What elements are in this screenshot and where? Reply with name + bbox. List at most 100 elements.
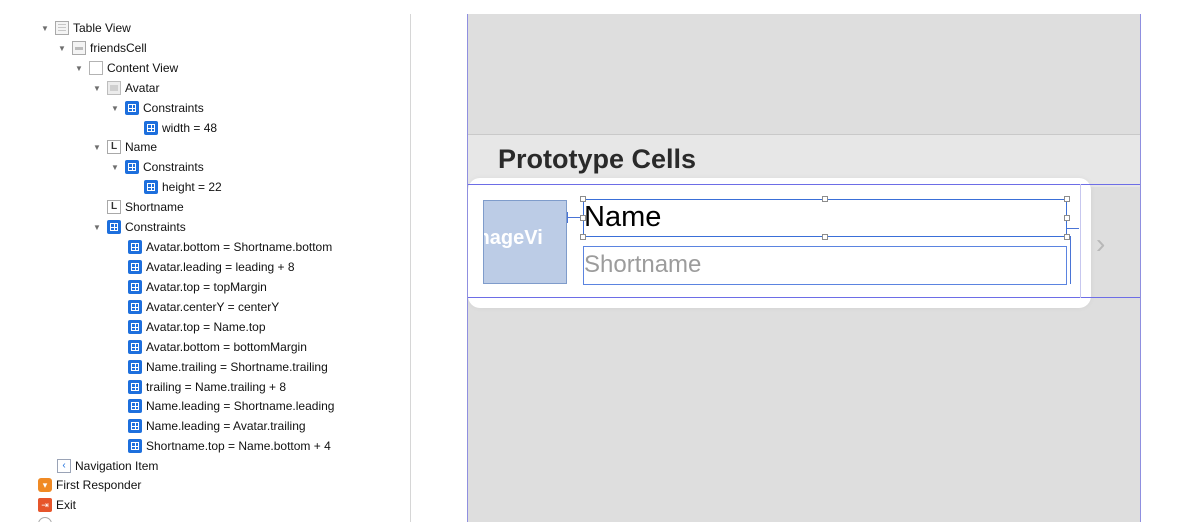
disclosure-triangle-icon[interactable]: ▼ xyxy=(57,44,67,53)
outline-item-constraint[interactable]: Avatar.top = Name.top xyxy=(128,317,266,337)
outline-item-label: trailing = Name.trailing + 8 xyxy=(146,380,287,394)
disclosure-triangle-icon[interactable]: ▼ xyxy=(110,104,120,113)
resize-handle[interactable] xyxy=(580,196,586,202)
constraint-cap xyxy=(567,212,568,223)
disclosure-triangle-icon[interactable]: ▼ xyxy=(40,24,50,33)
outline-item-label: Name xyxy=(125,140,158,154)
outline-item-label: Name.trailing = Shortname.trailing xyxy=(146,360,328,374)
outline-item-constraint[interactable]: Avatar.centerY = centerY xyxy=(128,297,279,317)
resize-handle[interactable] xyxy=(1064,215,1070,221)
outline-item-segue[interactable] xyxy=(38,514,56,522)
outline-item-label: Constraints xyxy=(143,101,204,115)
outline-item-content-constraints[interactable]: ▼ Constraints xyxy=(92,217,186,237)
outline-item-constraint[interactable]: Name.leading = Avatar.trailing xyxy=(128,416,306,436)
avatar-image-view[interactable]: mageVi xyxy=(483,200,567,284)
outline-item-friends-cell[interactable]: ▼ friendsCell xyxy=(57,38,147,58)
label-icon: L xyxy=(107,140,121,154)
resize-handle[interactable] xyxy=(1064,234,1070,240)
outline-item-name-constraints[interactable]: ▼ Constraints xyxy=(110,157,204,177)
constraint-icon xyxy=(128,300,142,314)
disclosure-chevron-icon: › xyxy=(1096,228,1106,259)
image-view-icon xyxy=(107,81,121,95)
outline-item-constraint[interactable]: Avatar.bottom = bottomMargin xyxy=(128,337,307,357)
outline-item-label: Constraints xyxy=(143,160,204,174)
label-icon: L xyxy=(107,200,121,214)
outline-item-avatar-constraints[interactable]: ▼ Constraints xyxy=(110,98,204,118)
constraint-icon xyxy=(128,380,142,394)
outline-item-label: Avatar.leading = leading + 8 xyxy=(146,260,295,274)
resize-handle[interactable] xyxy=(580,234,586,240)
outline-item-constraint[interactable]: Avatar.bottom = Shortname.bottom xyxy=(128,237,332,257)
outline-item-constraint[interactable]: Avatar.leading = leading + 8 xyxy=(128,257,295,277)
outline-item-avatar[interactable]: ▼ Avatar xyxy=(92,78,159,98)
disclosure-triangle-icon[interactable]: ▼ xyxy=(92,84,102,93)
section-title: Prototype Cells xyxy=(498,144,697,174)
outline-item-table-view[interactable]: ▼ Table View xyxy=(40,18,131,38)
resize-handle[interactable] xyxy=(1064,196,1070,202)
outline-item-navigation-item[interactable]: ‹ Navigation Item xyxy=(57,456,158,476)
constraint-icon xyxy=(128,439,142,453)
outline-item-label: Shortname xyxy=(125,200,184,214)
outline-item-label: Navigation Item xyxy=(75,459,159,473)
constraints-icon xyxy=(125,101,139,115)
first-responder-icon: ▾ xyxy=(38,478,52,492)
constraint-icon xyxy=(128,240,142,254)
table-cell-icon xyxy=(72,41,86,55)
accessory-divider xyxy=(1080,184,1081,298)
constraint-icon xyxy=(128,340,142,354)
outline-item-constraint[interactable]: Name.trailing = Shortname.trailing xyxy=(128,357,328,377)
outline-item-constraint[interactable]: Shortname.top = Name.bottom + 4 xyxy=(128,436,331,456)
outline-item-first-responder[interactable]: ▾ First Responder xyxy=(38,475,141,495)
outline-item-label: Avatar.bottom = bottomMargin xyxy=(146,340,307,354)
disclosure-triangle-icon[interactable]: ▼ xyxy=(74,64,84,73)
disclosure-triangle-icon[interactable]: ▼ xyxy=(92,143,102,152)
outline-item-label: Avatar.centerY = centerY xyxy=(146,300,280,314)
outline-item-label: friendsCell xyxy=(90,41,147,55)
exit-icon: ⇥ xyxy=(38,498,52,512)
outline-item-label: Avatar.top = topMargin xyxy=(146,280,267,294)
constraint-icon xyxy=(128,360,142,374)
resize-handle[interactable] xyxy=(822,234,828,240)
outline-item-label: Content View xyxy=(107,61,179,75)
resize-handle[interactable] xyxy=(822,196,828,202)
name-label[interactable]: Name xyxy=(584,201,661,234)
avatar-placeholder-label: mageVi xyxy=(484,227,543,249)
outline-item-label: height = 22 xyxy=(162,180,222,194)
segue-icon xyxy=(38,517,52,522)
constraint-icon xyxy=(128,320,142,334)
trailing-constraint[interactable] xyxy=(1067,228,1079,229)
constraint-icon xyxy=(128,399,142,413)
outline-item-constraint[interactable]: width = 48 xyxy=(144,118,217,138)
outline-item-label: Name.leading = Avatar.trailing xyxy=(146,419,306,433)
disclosure-triangle-icon[interactable]: ▼ xyxy=(110,163,120,172)
disclosure-triangle-icon[interactable]: ▼ xyxy=(92,223,102,232)
outline-item-label: width = 48 xyxy=(162,121,218,135)
table-view-scene[interactable]: Prototype Cells mageVi Name Shortname › xyxy=(467,14,1141,522)
resize-handle[interactable] xyxy=(580,215,586,221)
shortname-label[interactable]: Shortname xyxy=(584,251,701,279)
outline-item-exit[interactable]: ⇥ Exit xyxy=(38,495,76,515)
view-icon xyxy=(89,61,103,75)
outline-item-name[interactable]: ▼ L Name xyxy=(92,137,157,157)
outline-item-constraint[interactable]: height = 22 xyxy=(144,177,222,197)
outline-item-label: Name.leading = Shortname.leading xyxy=(146,399,335,413)
constraint-icon xyxy=(128,260,142,274)
outline-item-constraint[interactable]: Name.leading = Shortname.leading xyxy=(128,396,334,416)
outline-item-constraint[interactable]: Avatar.top = topMargin xyxy=(128,277,267,297)
constraint-icon xyxy=(144,180,158,194)
outline-item-label: First Responder xyxy=(56,478,142,492)
outline-item-constraint[interactable]: trailing = Name.trailing + 8 xyxy=(128,377,286,397)
constraints-icon xyxy=(125,160,139,174)
constraint-icon xyxy=(144,121,158,135)
outline-item-label: Avatar.top = Name.top xyxy=(146,320,266,334)
outline-item-label: Exit xyxy=(56,498,77,512)
constraint-icon xyxy=(128,419,142,433)
back-chevron-icon: ‹ xyxy=(57,459,71,473)
outline-item-shortname[interactable]: L Shortname xyxy=(107,197,184,217)
outline-item-content-view[interactable]: ▼ Content View xyxy=(74,58,178,78)
document-outline: ▼ Table View ▼ friendsCell ▼ Content Vie… xyxy=(0,0,410,522)
table-view-icon xyxy=(55,21,69,35)
outline-item-label: Avatar.bottom = Shortname.bottom xyxy=(146,240,333,254)
outline-item-label: Avatar xyxy=(125,81,160,95)
shortname-trailing-constraint[interactable] xyxy=(1070,236,1071,284)
